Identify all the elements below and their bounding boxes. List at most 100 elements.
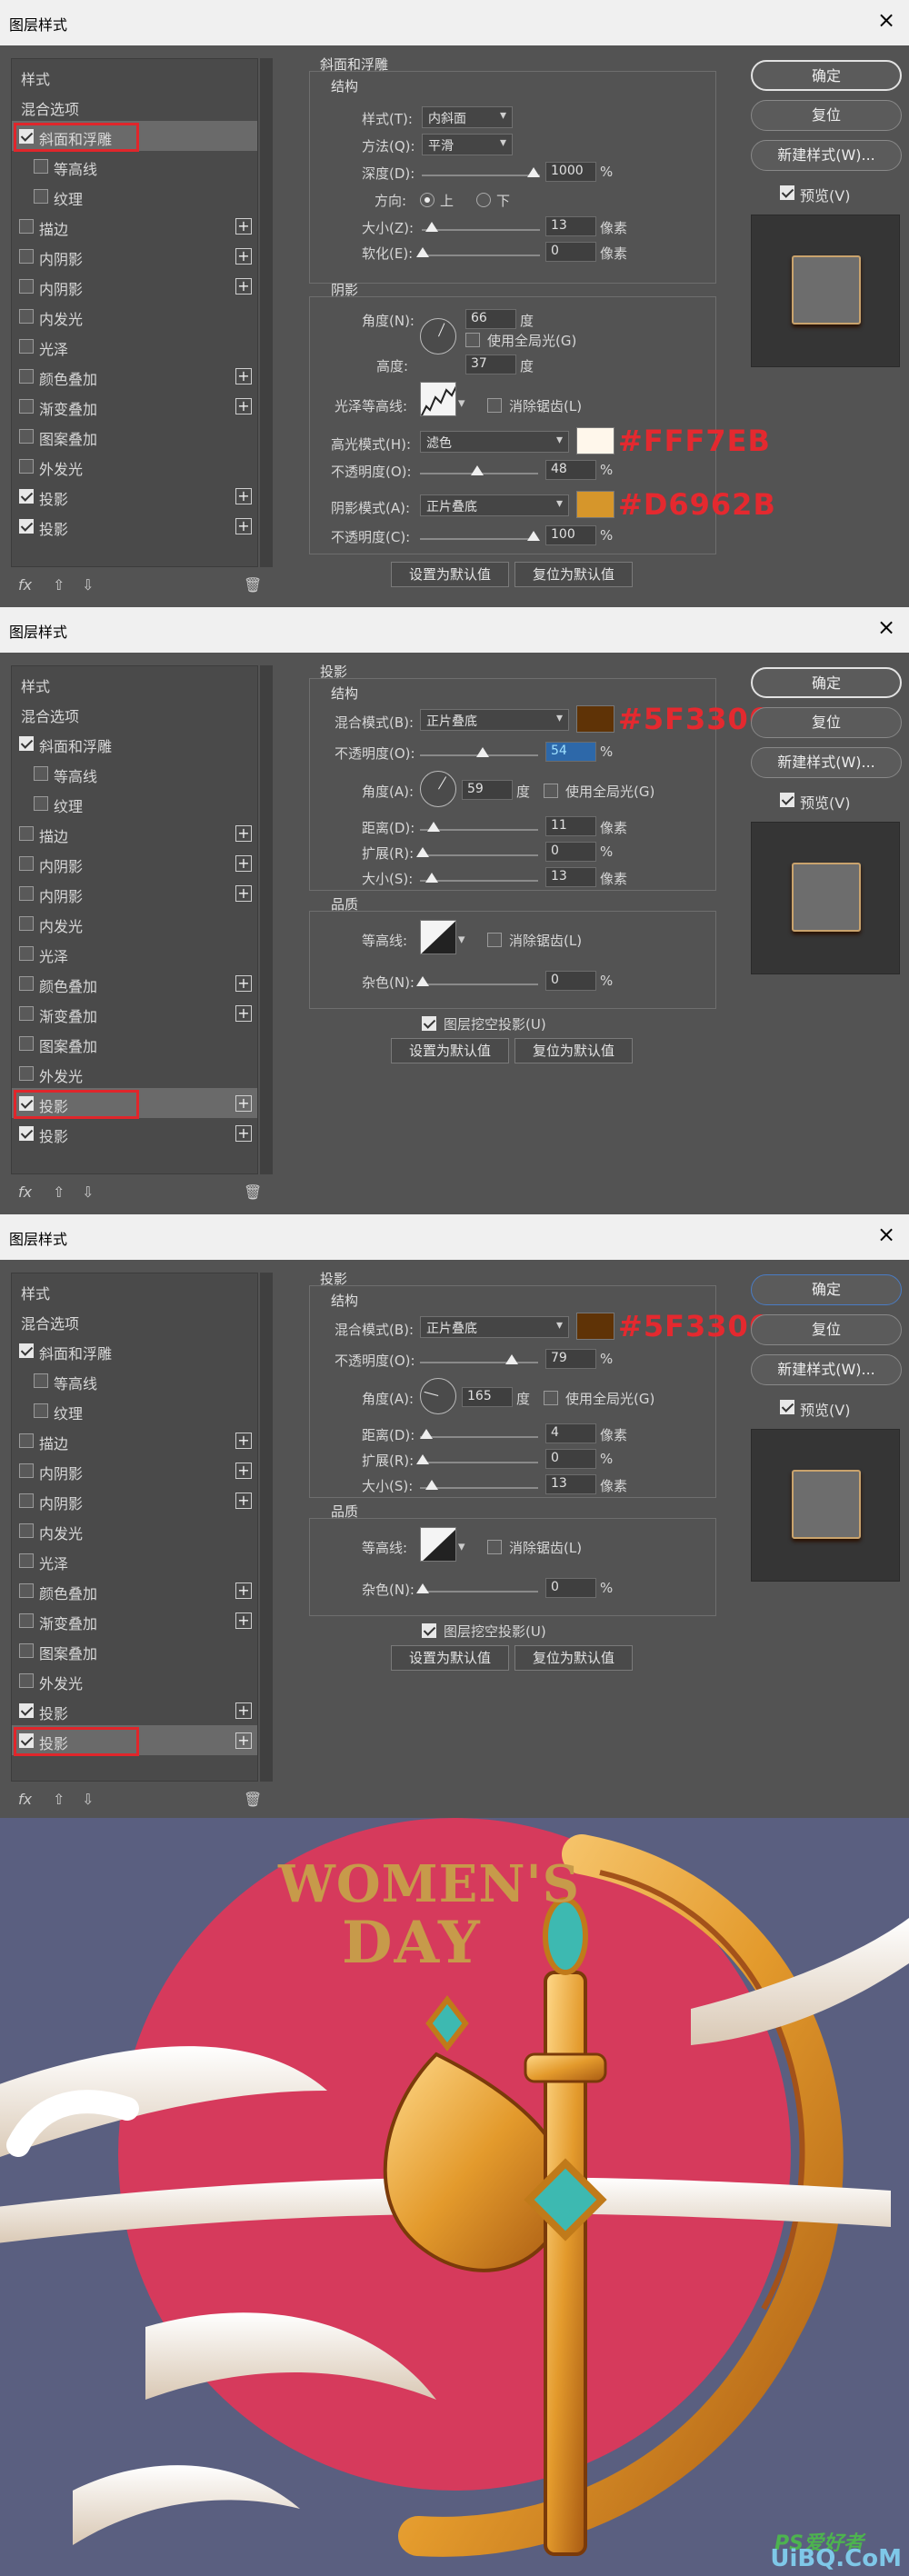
sidebar-item-inner-glow[interactable]: 内发光 (12, 908, 257, 938)
add-drop-shadow-icon[interactable]: + (235, 1125, 252, 1142)
preview-checkbox[interactable] (780, 1400, 794, 1414)
sidebar-item-contour[interactable]: 等高线 (12, 151, 257, 181)
chevron-down-icon[interactable]: ▾ (458, 1538, 465, 1554)
sidebar-item-gradient-overlay[interactable]: 渐变叠加 + (12, 391, 257, 421)
contour-checkbox[interactable] (34, 1373, 48, 1388)
highlight-mode-select[interactable]: 滤色 (420, 431, 569, 453)
sidebar-item-texture[interactable]: 纹理 (12, 1395, 257, 1425)
sidebar-item-blend-options[interactable]: 混合选项 (12, 698, 257, 728)
size-slider-thumb[interactable] (425, 873, 438, 883)
add-stroke-icon[interactable]: + (235, 218, 252, 235)
angle-input[interactable]: 66 (465, 309, 516, 329)
add-drop-shadow-icon[interactable]: + (235, 1095, 252, 1112)
size-input[interactable]: 13 (545, 867, 596, 887)
shadow-mode-select[interactable]: 正片叠底 (420, 494, 569, 516)
sidebar-item-drop-shadow[interactable]: 投影 + (12, 1118, 257, 1148)
add-inner-shadow-icon[interactable]: + (235, 855, 252, 872)
sidebar-item-inner-glow[interactable]: 内发光 (12, 301, 257, 331)
add-drop-shadow-icon[interactable]: + (235, 488, 252, 504)
drop-shadow-checkbox[interactable] (19, 489, 34, 504)
blend-mode-select[interactable]: 正片叠底 (420, 709, 569, 731)
opacity-slider-thumb[interactable] (505, 1354, 518, 1364)
add-gradient-overlay-icon[interactable]: + (235, 398, 252, 414)
sidebar-item-outer-glow[interactable]: 外发光 (12, 451, 257, 481)
sidebar-item-gradient-overlay[interactable]: 渐变叠加 + (12, 998, 257, 1028)
new-style-button[interactable]: 新建样式(W)... (751, 140, 902, 171)
gloss-contour-picker[interactable] (420, 382, 456, 416)
global-light-checkbox[interactable] (544, 1391, 558, 1405)
depth-slider[interactable] (422, 175, 540, 176)
antialias-checkbox[interactable] (487, 398, 502, 413)
close-icon[interactable]: × (873, 1222, 900, 1247)
shadow-opacity-slider[interactable] (420, 538, 538, 540)
add-stroke-icon[interactable]: + (235, 825, 252, 842)
angle-dial[interactable] (420, 1378, 456, 1414)
inner-shadow-checkbox[interactable] (19, 1493, 34, 1508)
distance-input[interactable]: 4 (545, 1423, 596, 1443)
preview-checkbox[interactable] (780, 793, 794, 807)
trash-icon[interactable]: 🗑 (244, 1791, 262, 1808)
style-select[interactable]: 内斜面 (422, 106, 513, 128)
reset-default-button[interactable]: 复位为默认值 (514, 1038, 633, 1063)
direction-up-radio[interactable] (420, 193, 435, 207)
stroke-checkbox[interactable] (19, 219, 34, 234)
texture-checkbox[interactable] (34, 796, 48, 811)
move-down-icon[interactable]: ⇩ (82, 1183, 94, 1201)
size-slider-thumb[interactable] (425, 222, 438, 232)
inner-shadow-checkbox[interactable] (19, 886, 34, 901)
inner-shadow-checkbox[interactable] (19, 1463, 34, 1478)
depth-input[interactable]: 1000 (545, 162, 596, 182)
inner-glow-checkbox[interactable] (19, 309, 34, 324)
angle-dial[interactable] (420, 318, 456, 354)
set-default-button[interactable]: 设置为默认值 (391, 562, 509, 587)
close-icon[interactable]: × (873, 614, 900, 640)
color-overlay-checkbox[interactable] (19, 976, 34, 991)
sidebar-item-pattern-overlay[interactable]: 图案叠加 (12, 1635, 257, 1665)
sidebar-item-inner-glow[interactable]: 内发光 (12, 1515, 257, 1545)
shadow-opacity-input[interactable]: 100 (545, 525, 596, 545)
sidebar-item-pattern-overlay[interactable]: 图案叠加 (12, 1028, 257, 1058)
soften-input[interactable]: 0 (545, 242, 596, 262)
depth-slider-thumb[interactable] (527, 167, 540, 177)
sidebar-item-inner-shadow[interactable]: 内阴影 + (12, 878, 257, 908)
size-slider-thumb[interactable] (425, 1480, 438, 1490)
add-color-overlay-icon[interactable]: + (235, 1583, 252, 1599)
add-inner-shadow-icon[interactable]: + (235, 248, 252, 265)
sidebar-item-blend-options[interactable]: 混合选项 (12, 1305, 257, 1335)
sidebar-item-inner-shadow[interactable]: 内阴影 + (12, 1455, 257, 1485)
pattern-overlay-checkbox[interactable] (19, 1036, 34, 1051)
ok-button[interactable]: 确定 (751, 667, 902, 698)
direction-down-radio[interactable] (476, 193, 491, 207)
add-stroke-icon[interactable]: + (235, 1433, 252, 1449)
move-down-icon[interactable]: ⇩ (82, 1791, 94, 1808)
ok-button[interactable]: 确定 (751, 1274, 902, 1305)
sidebar-item-outer-glow[interactable]: 外发光 (12, 1058, 257, 1088)
style-list-scrollbar[interactable] (260, 1273, 273, 1782)
size-slider[interactable] (422, 229, 540, 231)
sidebar-item-color-overlay[interactable]: 颜色叠加 + (12, 1575, 257, 1605)
reset-button[interactable]: 复位 (751, 100, 902, 131)
chevron-down-icon[interactable]: ▾ (458, 394, 465, 411)
sidebar-item-inner-shadow[interactable]: 内阴影 + (12, 848, 257, 878)
spread-input[interactable]: 0 (545, 1449, 596, 1469)
drop-shadow-checkbox[interactable] (19, 519, 34, 534)
bevel-checkbox[interactable] (19, 1343, 34, 1358)
gradient-overlay-checkbox[interactable] (19, 1006, 34, 1021)
sidebar-item-contour[interactable]: 等高线 (12, 758, 257, 788)
stroke-checkbox[interactable] (19, 826, 34, 841)
reset-default-button[interactable]: 复位为默认值 (514, 562, 633, 587)
color-overlay-checkbox[interactable] (19, 369, 34, 384)
sidebar-item-inner-shadow[interactable]: 内阴影 + (12, 1485, 257, 1515)
move-up-icon[interactable]: ⇧ (53, 1791, 65, 1808)
inner-glow-checkbox[interactable] (19, 1523, 34, 1538)
texture-checkbox[interactable] (34, 1403, 48, 1418)
sidebar-item-satin[interactable]: 光泽 (12, 331, 257, 361)
inner-glow-checkbox[interactable] (19, 916, 34, 931)
noise-input[interactable]: 0 (545, 971, 596, 991)
sidebar-item-texture[interactable]: 纹理 (12, 181, 257, 211)
global-light-checkbox[interactable] (465, 333, 480, 347)
contour-checkbox[interactable] (34, 159, 48, 174)
sidebar-item-bevel[interactable]: 斜面和浮雕 (12, 728, 257, 758)
opacity-input[interactable]: 79 (545, 1349, 596, 1369)
fx-icon[interactable]: fx (18, 1183, 32, 1201)
